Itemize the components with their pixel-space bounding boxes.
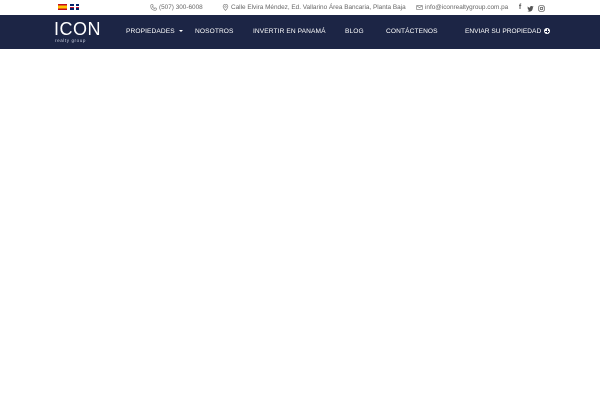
top-info-bar: (507) 300-6008 Calle Elvira Méndez, Ed. … xyxy=(0,0,600,15)
nav-invertir-en-panama[interactable]: INVERTIR EN PANAMÁ xyxy=(253,27,326,37)
submit-property-label: ENVIAR SU PROPIEDAD xyxy=(465,28,542,35)
address-contact: Calle Elvira Méndez, Ed. Vallarino Área … xyxy=(222,3,406,13)
nav-propiedades[interactable]: PROPIEDADES xyxy=(126,27,183,37)
twitter-icon[interactable] xyxy=(526,3,534,13)
phone-icon xyxy=(150,4,157,11)
submit-property-button[interactable]: ENVIAR SU PROPIEDAD xyxy=(465,27,551,37)
address-text: Calle Elvira Méndez, Ed. Vallarino Área … xyxy=(231,4,406,11)
main-navbar: ICON realty group PROPIEDADES NOSOTROS I… xyxy=(0,15,600,49)
page-content-area xyxy=(0,49,600,400)
plus-circle-icon xyxy=(544,28,551,35)
instagram-icon[interactable] xyxy=(537,3,545,13)
nav-contactenos[interactable]: CONTÁCTENOS xyxy=(386,27,438,37)
icon-realty-logo[interactable]: ICON realty group xyxy=(54,20,106,44)
phone-text: (507) 300-6008 xyxy=(159,4,203,11)
phone-contact[interactable]: (507) 300-6008 xyxy=(150,3,203,13)
spain-flag-icon[interactable] xyxy=(58,4,67,10)
nav-blog[interactable]: BLOG xyxy=(345,27,364,37)
nav-propiedades-label: PROPIEDADES xyxy=(126,28,175,35)
location-pin-icon xyxy=(222,3,229,11)
caret-down-icon xyxy=(178,30,183,33)
envelope-icon xyxy=(416,4,423,11)
logo-tagline: realty group xyxy=(55,38,86,43)
logo-wordmark: ICON xyxy=(54,19,101,39)
facebook-icon[interactable]: f xyxy=(516,3,524,13)
nav-nosotros[interactable]: NOSOTROS xyxy=(195,27,234,37)
email-text: info@iconrealtygroup.com.pa xyxy=(425,4,509,11)
uk-flag-icon[interactable] xyxy=(70,4,79,10)
email-contact[interactable]: info@iconrealtygroup.com.pa xyxy=(416,3,508,13)
